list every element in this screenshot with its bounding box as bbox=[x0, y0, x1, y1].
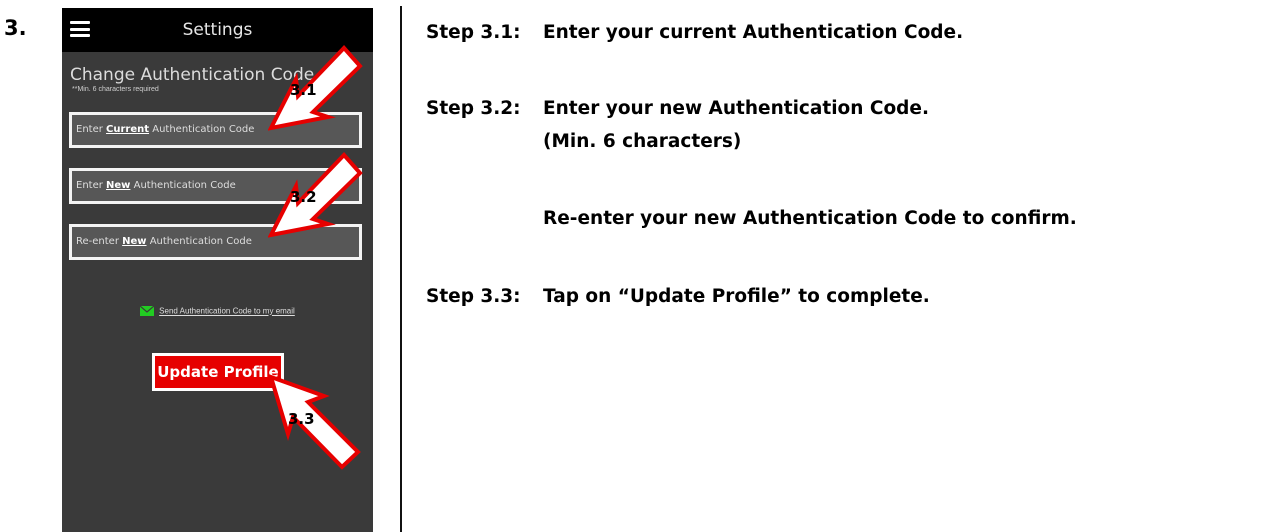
step-number: 3. bbox=[4, 16, 27, 40]
placeholder-emphasis: New bbox=[122, 236, 147, 247]
placeholder-prefix: Enter bbox=[76, 124, 107, 135]
callout-label: 3.1 bbox=[290, 81, 317, 99]
send-code-email-link[interactable]: Send Authentication Code to my email bbox=[62, 306, 373, 316]
placeholder-prefix: Re-enter bbox=[76, 236, 123, 247]
placeholder-emphasis: Current bbox=[106, 124, 150, 135]
instruction-step-3-2-note: (Min. 6 characters) bbox=[543, 131, 742, 152]
step-text: Enter your new Authentication Code. bbox=[543, 98, 929, 119]
placeholder-prefix: Enter bbox=[76, 180, 107, 191]
placeholder-suffix: Authentication Code bbox=[146, 236, 252, 247]
envelope-icon bbox=[140, 306, 155, 316]
step-text: Tap on “Update Profile” to complete. bbox=[543, 286, 930, 307]
instruction-step-3-2-confirm: Re-enter your new Authentication Code to… bbox=[543, 208, 1077, 229]
update-profile-button[interactable]: Update Profile bbox=[152, 353, 284, 391]
callout-label: 3.3 bbox=[288, 410, 315, 428]
callout-arrow-3-2: 3.2 bbox=[267, 151, 364, 239]
step-tag: Step 3.1: bbox=[426, 22, 521, 43]
instruction-step-3-2: Step 3.2: Enter your new Authentication C… bbox=[426, 98, 929, 119]
step-text: Enter your current Authentication Code. bbox=[543, 22, 964, 43]
placeholder-emphasis: New bbox=[106, 180, 131, 191]
placeholder-suffix: Authentication Code bbox=[130, 180, 236, 191]
column-divider bbox=[400, 6, 402, 532]
step-tag: Step 3.3: bbox=[426, 286, 521, 307]
callout-label: 3.2 bbox=[290, 188, 317, 206]
instruction-step-3-1: Step 3.1: Enter your current Authenticati… bbox=[426, 22, 963, 43]
email-link-label: Send Authentication Code to my email bbox=[159, 306, 295, 316]
step-tag: Step 3.2: bbox=[426, 98, 521, 119]
callout-arrow-3-1: 3.1 bbox=[267, 44, 364, 132]
callout-arrow-3-3: 3.3 bbox=[267, 373, 364, 470]
arrow-icon bbox=[267, 373, 361, 470]
instruction-step-3-3: Step 3.3: Tap on “Update Profile” to comp… bbox=[426, 286, 930, 307]
section-hint: **Min. 6 characters required bbox=[72, 86, 159, 93]
hamburger-menu-icon[interactable] bbox=[70, 21, 90, 37]
placeholder-suffix: Authentication Code bbox=[149, 124, 255, 135]
